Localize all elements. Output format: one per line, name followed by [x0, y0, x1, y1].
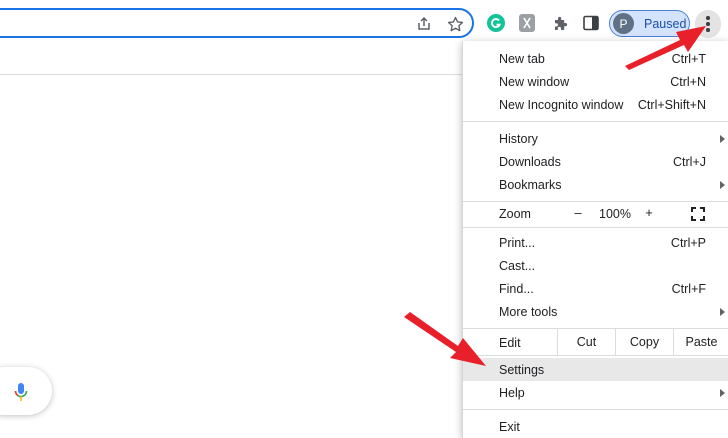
menu-item-label: Bookmarks	[499, 177, 562, 192]
menu-item-bookmarks[interactable]: Bookmarks	[463, 173, 728, 196]
chrome-menu: New tab Ctrl+T New window Ctrl+N New Inc…	[462, 41, 728, 438]
menu-item-label: History	[499, 131, 538, 146]
share-icon[interactable]	[414, 14, 434, 34]
zoom-out-button[interactable]: –	[571, 205, 585, 220]
menu-item-label: New tab	[499, 51, 545, 66]
menu-separator	[463, 121, 728, 122]
submenu-arrow-icon	[720, 388, 725, 397]
grammarly-icon[interactable]	[485, 12, 507, 34]
cut-label: Cut	[576, 335, 597, 349]
menu-item-shortcut: Ctrl+Shift+N	[637, 97, 706, 112]
menu-item-shortcut: Ctrl+F	[671, 281, 706, 296]
menu-item-label: Settings	[499, 362, 545, 377]
zoom-label: Zoom	[499, 207, 531, 221]
menu-item-shortcut: Ctrl+J	[673, 154, 706, 169]
submenu-arrow-icon	[720, 307, 725, 316]
annotation-arrow-icon	[625, 26, 706, 70]
bookmark-star-icon[interactable]	[445, 14, 465, 34]
side-panel-icon[interactable]	[580, 12, 602, 34]
zoom-level: 100%	[599, 207, 631, 221]
menu-separator	[463, 355, 728, 356]
menu-item-shortcut: Ctrl+P	[670, 235, 706, 250]
annotation-arrow-icon	[404, 312, 486, 366]
menu-item-shortcut: Ctrl+N	[670, 74, 706, 89]
menu-item-label: Cast...	[499, 258, 536, 273]
copy-label: Copy	[629, 335, 660, 349]
menu-edit-row: Edit Cut Copy Paste	[463, 329, 728, 355]
menu-item-settings[interactable]: Settings	[463, 358, 728, 381]
submenu-arrow-icon	[720, 180, 725, 189]
mic-icon[interactable]	[14, 382, 28, 402]
menu-item-help[interactable]: Help	[463, 381, 728, 404]
menu-item-label: New Incognito window	[499, 97, 624, 112]
zoom-in-button[interactable]: +	[642, 205, 656, 220]
menu-item-exit[interactable]: Exit	[463, 415, 728, 438]
address-bar[interactable]	[0, 8, 474, 38]
cut-button[interactable]: Cut	[557, 329, 615, 355]
menu-item-find[interactable]: Find... Ctrl+F	[463, 277, 728, 300]
puzzle-icon[interactable]	[549, 12, 571, 34]
menu-item-label: More tools	[499, 304, 558, 319]
edit-label: Edit	[499, 336, 521, 350]
menu-item-new-window[interactable]: New window Ctrl+N	[463, 70, 728, 93]
copy-button[interactable]: Copy	[615, 329, 673, 355]
menu-item-label: Print...	[499, 235, 536, 250]
menu-item-history[interactable]: History	[463, 127, 728, 150]
extension-icon[interactable]	[516, 12, 538, 34]
menu-item-downloads[interactable]: Downloads Ctrl+J	[463, 150, 728, 173]
paste-label: Paste	[685, 335, 718, 349]
fullscreen-icon[interactable]	[691, 207, 705, 221]
menu-item-label: Find...	[499, 281, 534, 296]
menu-separator	[463, 409, 728, 410]
menu-item-label: New window	[499, 74, 570, 89]
menu-item-cast[interactable]: Cast...	[463, 254, 728, 277]
submenu-arrow-icon	[720, 134, 725, 143]
menu-zoom-row: Zoom – 100% +	[463, 202, 728, 225]
menu-item-new-incognito[interactable]: New Incognito window Ctrl+Shift+N	[463, 93, 728, 116]
menu-separator	[463, 227, 728, 228]
menu-item-label: Help	[499, 385, 525, 400]
paste-button[interactable]: Paste	[673, 329, 728, 355]
menu-item-more-tools[interactable]: More tools	[463, 300, 728, 323]
menu-item-label: Exit	[499, 419, 520, 434]
menu-item-print[interactable]: Print... Ctrl+P	[463, 231, 728, 254]
menu-item-label: Downloads	[499, 154, 561, 169]
